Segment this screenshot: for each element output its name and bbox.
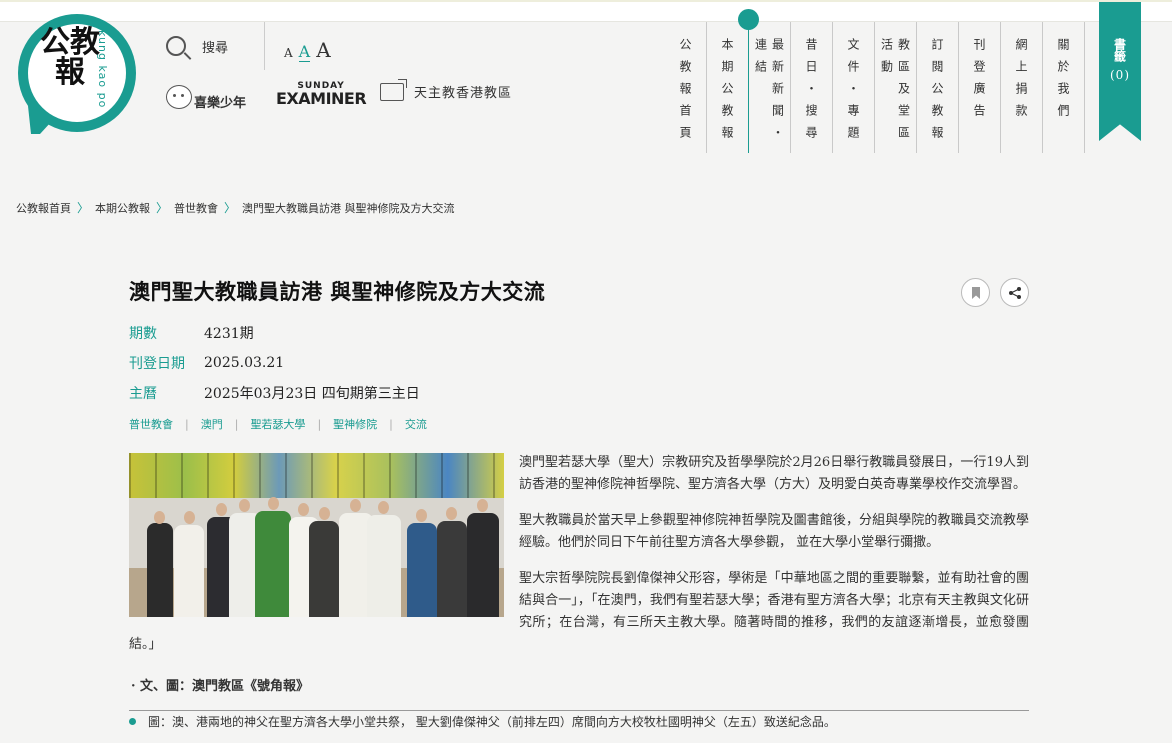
- sister-site-label: 天主教香港教區: [414, 86, 513, 101]
- nav-documents[interactable]: 文件・專題: [833, 22, 875, 153]
- photo-spacer: [129, 452, 504, 632]
- nav-label: 文件・專題: [846, 38, 860, 148]
- breadcrumb-current-issue[interactable]: 本期公教報: [95, 200, 150, 216]
- caption-text: 圖：澳、港兩地的神父在聖方濟各大學小堂共祭， 聖大劉偉傑神父（前排左四）席間向方…: [148, 715, 836, 729]
- article-credit: · 文、圖：澳門教區《號角報》: [131, 679, 310, 694]
- sister-site-diocese[interactable]: 天主教香港教區: [380, 78, 513, 101]
- logo-roman-text: kung kao po: [96, 30, 109, 109]
- search-label: 搜尋: [202, 40, 229, 56]
- nav-archive-search[interactable]: 昔日・搜尋: [791, 22, 833, 153]
- header-divider: [264, 22, 265, 70]
- nav-about[interactable]: 關於我們: [1043, 22, 1085, 153]
- chevron-right-icon: 〉: [77, 201, 90, 215]
- nav-home[interactable]: 公教報首頁: [665, 22, 707, 153]
- nav-label: 訂閱公教報: [930, 38, 944, 148]
- nav-label: 網上捐款: [1014, 38, 1028, 126]
- font-size-medium-button[interactable]: A: [298, 42, 311, 62]
- tag-separator: |: [317, 417, 322, 431]
- article-title: 澳門聖大教職員訪港 與聖神修院及方大交流: [129, 279, 546, 304]
- external-screen-icon: [380, 78, 407, 101]
- top-bar: [0, 0, 1172, 22]
- tag-link[interactable]: 普世教會: [129, 416, 173, 432]
- nav-label: 公教報首頁: [678, 38, 692, 148]
- nav-donate[interactable]: 網上捐款: [1001, 22, 1043, 153]
- cartoon-face-icon: [166, 84, 192, 109]
- nav-advertise[interactable]: 刊登廣告: [959, 22, 1001, 153]
- bullet-icon: [129, 718, 136, 725]
- font-size-small-button[interactable]: A: [284, 46, 293, 60]
- main-nav: 公教報首頁 本期公教報 最新新聞・連結 昔日・搜尋 文件・專題 教區及堂區活動 …: [665, 9, 1085, 153]
- chevron-right-icon: 〉: [156, 201, 169, 215]
- nav-events[interactable]: 教區及堂區活動: [875, 22, 917, 153]
- sister-site-label: 喜樂少年: [194, 96, 247, 111]
- search-button[interactable]: 搜尋: [166, 36, 228, 56]
- meta-row-issue: 期數 4231期: [129, 318, 420, 348]
- font-size-controls: A A A: [284, 38, 331, 62]
- sunday-examiner-logo: SUNDAY EXAMINER: [276, 82, 367, 108]
- meta-key: 刊登日期: [129, 356, 185, 372]
- meta-value: 4231期: [204, 326, 254, 342]
- tag-link[interactable]: 聖神修院: [333, 416, 377, 432]
- breadcrumb-article[interactable]: 澳門聖大教職員訪港 與聖神修院及方大交流: [242, 200, 455, 216]
- tag-separator: |: [234, 417, 239, 431]
- bookmarks-count: (0): [1110, 68, 1130, 82]
- breadcrumb-home[interactable]: 公教報首頁: [16, 200, 71, 216]
- nav-label: 教區及堂區活動: [879, 38, 911, 148]
- tag-link[interactable]: 澳門: [201, 416, 223, 432]
- photo-caption: 圖：澳、港兩地的神父在聖方濟各大學小堂共祭， 聖大劉偉傑神父（前排左四）席間向方…: [129, 710, 1029, 730]
- share-button[interactable]: [1000, 278, 1029, 307]
- search-icon: [166, 36, 186, 56]
- chevron-right-icon: 〉: [224, 201, 237, 215]
- tag-separator: |: [185, 417, 189, 431]
- meta-value: 2025.03.21: [204, 355, 285, 371]
- bookmarks-label: 書籤: [1112, 38, 1127, 62]
- breadcrumb: 公教報首頁 〉 本期公教報 〉 普世教會 〉 澳門聖大教職員訪港 與聖神修院及方…: [16, 199, 455, 216]
- tag-link[interactable]: 交流: [405, 416, 427, 432]
- sister-site-joyful-youth[interactable]: 喜樂少年: [166, 82, 246, 111]
- sister-site-sunday-examiner[interactable]: SUNDAY EXAMINER: [276, 82, 367, 108]
- nav-label: 最新新聞・連結: [753, 38, 785, 148]
- nav-subscribe[interactable]: 訂閱公教報: [917, 22, 959, 153]
- meta-row-date: 刊登日期 2025.03.21: [129, 348, 420, 378]
- nav-label: 刊登廣告: [972, 38, 986, 126]
- kung-kao-po-logo[interactable]: 公教報 kung kao po: [18, 14, 136, 134]
- nav-label: 關於我們: [1056, 38, 1070, 126]
- meta-key: 期數: [129, 326, 157, 342]
- bookmarks-ribbon[interactable]: 書籤 (0): [1099, 2, 1141, 141]
- nav-current-issue[interactable]: 本期公教報: [707, 9, 759, 153]
- nav-label: 本期公教報: [720, 38, 734, 148]
- examiner-bottom: EXAMINER: [276, 89, 367, 108]
- meta-row-liturgical: 主曆 2025年03月23日 四旬期第三主日: [129, 378, 420, 408]
- meta-value: 2025年03月23日 四旬期第三主日: [204, 386, 420, 402]
- font-size-large-button[interactable]: A: [316, 38, 330, 62]
- share-icon: [1008, 286, 1021, 299]
- tag-separator: |: [389, 417, 393, 431]
- breadcrumb-category[interactable]: 普世教會: [174, 200, 218, 216]
- article-meta: 期數 4231期 刊登日期 2025.03.21 主曆 2025年03月23日 四旬期…: [129, 318, 420, 408]
- logo-glyph: 公教報: [40, 25, 100, 90]
- bookmark-button[interactable]: [961, 278, 990, 307]
- nav-latest-news[interactable]: 最新新聞・連結: [749, 22, 791, 153]
- meta-key: 主曆: [129, 386, 157, 402]
- bookmark-icon: [971, 286, 980, 299]
- article-body: 澳門聖若瑟大學（聖大）宗教研究及哲學學院於2月26日舉行教職員發展日，一行19人…: [129, 452, 1029, 670]
- tag-link[interactable]: 聖若瑟大學: [250, 416, 305, 432]
- article-tags: 普世教會 | 澳門 | 聖若瑟大學 | 聖神修院 | 交流: [129, 416, 427, 432]
- nav-label: 昔日・搜尋: [804, 38, 818, 148]
